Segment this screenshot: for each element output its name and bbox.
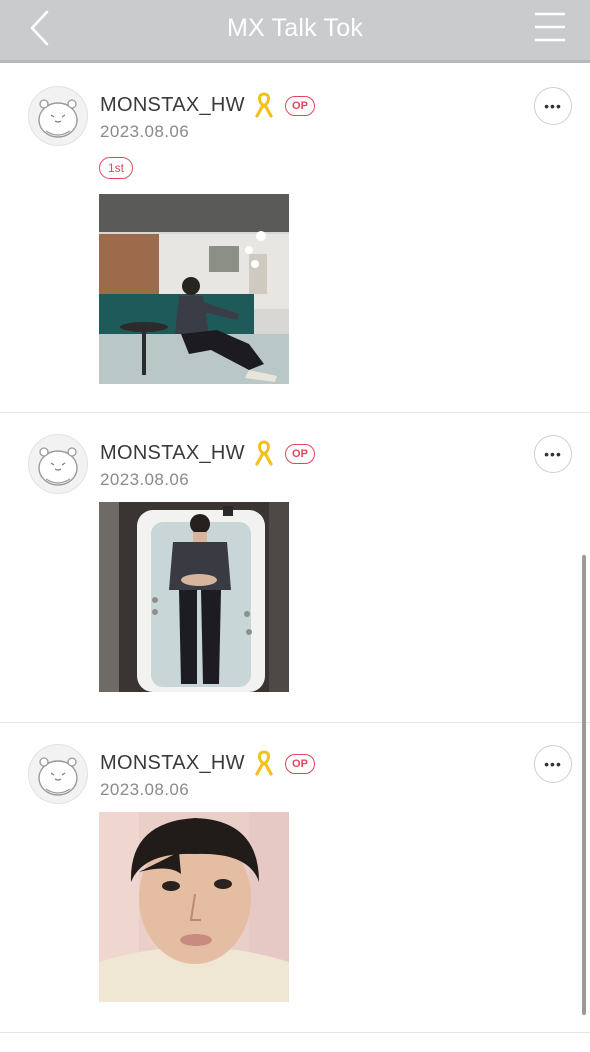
more-options-icon: ••• (544, 98, 562, 114)
yellow-ribbon-icon (255, 750, 273, 776)
photo-man-selfie (99, 812, 289, 1002)
top-nav-bar: MX Talk Tok (0, 0, 590, 63)
op-badge: OP (285, 96, 315, 116)
post-photo[interactable] (99, 812, 289, 1002)
menu-button[interactable] (532, 10, 568, 46)
hamster-avatar-icon (38, 99, 78, 138)
app-screen: MX Talk Tok MONSTAX_HW OP 2023.08.06 1st… (0, 0, 590, 1052)
avatar[interactable] (28, 434, 88, 494)
more-options-button[interactable]: ••• (534, 435, 572, 473)
post-item: MONSTAX_HW OP 2023.08.06 ••• (0, 412, 590, 723)
scrollbar[interactable] (582, 555, 586, 1015)
photo-man-in-bathtub (99, 502, 289, 692)
op-badge: OP (285, 754, 315, 774)
more-options-icon: ••• (544, 446, 562, 462)
more-options-button[interactable]: ••• (534, 87, 572, 125)
op-badge: OP (285, 444, 315, 464)
post-photo[interactable] (99, 502, 289, 692)
hamster-avatar-icon (38, 757, 78, 796)
username[interactable]: MONSTAX_HW (100, 442, 245, 465)
username[interactable]: MONSTAX_HW (100, 752, 245, 775)
post-date: 2023.08.06 (100, 122, 190, 141)
avatar[interactable] (28, 86, 88, 146)
yellow-ribbon-icon (255, 92, 273, 118)
hamburger-menu-icon (535, 12, 565, 42)
username[interactable]: MONSTAX_HW (100, 94, 245, 117)
photo-man-sitting-on-floor (99, 194, 289, 384)
rank-badge: 1st (99, 157, 134, 179)
hamster-avatar-icon (38, 447, 78, 486)
avatar[interactable] (28, 744, 88, 804)
page-title: MX Talk Tok (226, 14, 364, 42)
post-date: 2023.08.06 (100, 470, 190, 489)
post-item: MONSTAX_HW OP 2023.08.06 ••• (0, 722, 590, 1033)
post-item: MONSTAX_HW OP 2023.08.06 1st ••• (0, 64, 590, 413)
yellow-ribbon-icon (255, 440, 273, 466)
more-options-icon: ••• (544, 756, 562, 772)
post-date: 2023.08.06 (100, 780, 190, 799)
post-photo[interactable] (99, 194, 289, 384)
more-options-button[interactable]: ••• (534, 745, 572, 783)
